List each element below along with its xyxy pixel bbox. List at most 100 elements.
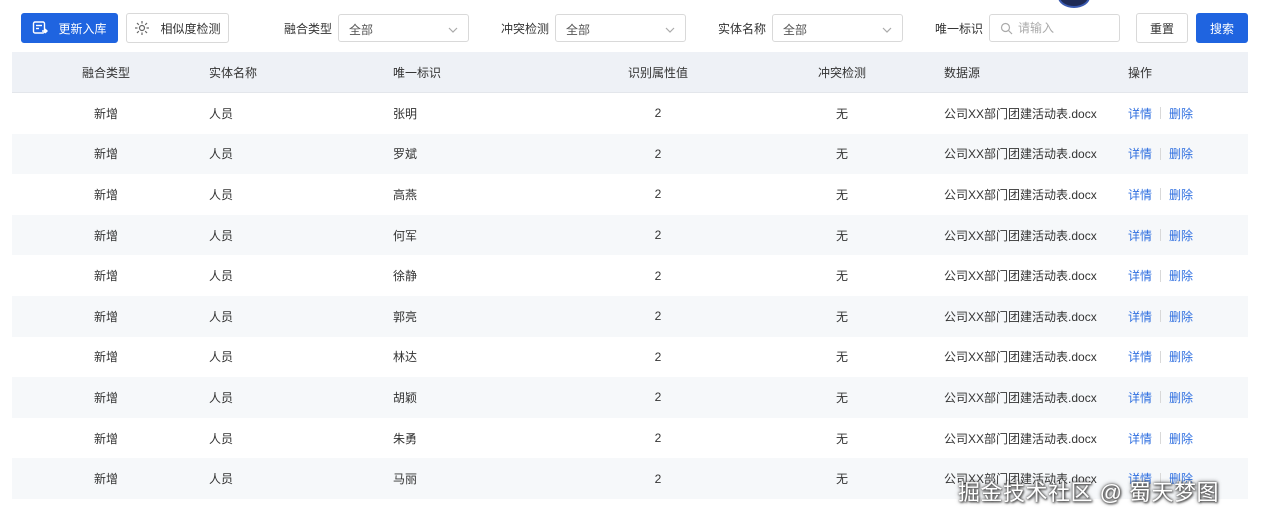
conflict-check-value: 全部: [566, 23, 591, 37]
cell-conflict: 无: [835, 147, 848, 162]
delete-link[interactable]: 删除: [1169, 308, 1193, 325]
cell-conflict: 无: [835, 309, 848, 324]
cell-data-source: 公司XX部门团建活动表.docx: [944, 147, 1097, 162]
similarity-check-button[interactable]: 相似度检测: [126, 13, 229, 43]
column-header: 识别属性值: [627, 65, 688, 80]
update-import-button[interactable]: 更新入库: [21, 13, 118, 43]
entity-name-value: 全部: [783, 23, 808, 37]
detail-link[interactable]: 详情: [1128, 227, 1152, 244]
update-import-label: 更新入库: [58, 21, 107, 36]
detail-link[interactable]: 详情: [1128, 430, 1152, 447]
delete-link[interactable]: 删除: [1169, 227, 1193, 244]
action-divider: [1160, 147, 1162, 160]
table-row: 新增 人员 胡颖 2 无 公司XX部门团建活动表.docx 详情 删除: [12, 377, 1248, 418]
cell-entity-name: 人员: [209, 350, 234, 365]
fusion-type-select[interactable]: 全部: [338, 14, 469, 42]
avatar[interactable]: [1058, 0, 1090, 8]
detail-link[interactable]: 详情: [1128, 389, 1152, 406]
cell-attr-value: 2: [654, 390, 662, 405]
cell-conflict: 无: [835, 431, 848, 446]
cell-unique-id: 徐静: [393, 269, 418, 284]
cell-fusion-type: 新增: [93, 390, 118, 405]
detail-link[interactable]: 详情: [1128, 145, 1152, 162]
delete-link[interactable]: 删除: [1169, 105, 1193, 122]
cell-actions: 详情 删除: [1128, 215, 1193, 256]
search-label: 搜索: [1209, 21, 1234, 36]
table-row: 新增 人员 朱勇 2 无 公司XX部门团建活动表.docx 详情 删除: [12, 418, 1248, 459]
cell-actions: 详情 删除: [1128, 93, 1193, 134]
cell-data-source: 公司XX部门团建活动表.docx: [944, 187, 1097, 202]
cell-actions: 详情 删除: [1128, 337, 1193, 378]
conflict-check-label: 冲突检测: [501, 22, 550, 36]
column-header: 冲突检测: [817, 65, 866, 80]
chevron-down-icon: [882, 24, 892, 34]
detail-link[interactable]: 详情: [1128, 105, 1152, 122]
detail-link[interactable]: 详情: [1128, 348, 1152, 365]
cell-entity-name: 人员: [209, 472, 234, 487]
unique-id-input[interactable]: [1018, 20, 1113, 36]
cell-fusion-type: 新增: [93, 228, 118, 243]
reset-button[interactable]: 重置: [1136, 13, 1188, 43]
table-row: 新增 人员 高燕 2 无 公司XX部门团建活动表.docx 详情 删除: [12, 174, 1248, 215]
cell-attr-value: 2: [654, 309, 662, 324]
cell-actions: 详情 删除: [1128, 296, 1193, 337]
cell-fusion-type: 新增: [93, 472, 118, 487]
cell-data-source: 公司XX部门团建活动表.docx: [944, 350, 1097, 365]
column-header: 数据源: [944, 65, 981, 80]
action-divider: [1160, 107, 1162, 120]
chevron-down-icon: [448, 24, 458, 34]
search-button[interactable]: 搜索: [1196, 13, 1248, 43]
cell-attr-value: 2: [654, 471, 662, 486]
cell-fusion-type: 新增: [93, 431, 118, 446]
cell-entity-name: 人员: [209, 309, 234, 324]
cell-unique-id: 罗斌: [393, 147, 418, 162]
cell-unique-id: 高燕: [393, 187, 418, 202]
cell-unique-id: 何军: [393, 228, 418, 243]
detail-link[interactable]: 详情: [1128, 308, 1152, 325]
cell-conflict: 无: [835, 390, 848, 405]
search-icon: [1000, 22, 1013, 35]
chevron-down-icon: [665, 24, 675, 34]
table-row: 新增 人员 郭亮 2 无 公司XX部门团建活动表.docx 详情 删除: [12, 295, 1248, 337]
cell-actions: 详情 删除: [1128, 377, 1193, 418]
table-row: 新增 人员 罗斌 2 无 公司XX部门团建活动表.docx 详情 删除: [12, 133, 1248, 175]
table-header: 融合类型 实体名称 唯一标识 识别属性值 冲突检测 数据源 操作: [12, 52, 1248, 93]
column-header: 操作: [1128, 65, 1153, 80]
delete-link[interactable]: 删除: [1169, 145, 1193, 162]
unique-id-field[interactable]: [989, 14, 1120, 42]
cell-conflict: 无: [835, 187, 848, 202]
similarity-icon: [134, 20, 150, 36]
cell-entity-name: 人员: [209, 187, 234, 202]
column-header: 唯一标识: [393, 65, 442, 80]
cell-unique-id: 朱勇: [393, 431, 418, 446]
cell-attr-value: 2: [654, 268, 662, 283]
table-row: 新增 人员 何军 2 无 公司XX部门团建活动表.docx 详情 删除: [12, 214, 1248, 256]
entity-name-select[interactable]: 全部: [772, 14, 903, 42]
conflict-check-select[interactable]: 全部: [555, 14, 686, 42]
delete-link[interactable]: 删除: [1169, 348, 1193, 365]
cell-attr-value: 2: [654, 106, 662, 121]
toolbar: 更新入库 相似度检测 融合类型 全部 冲突检测 全部 实体名称 全部 唯一标识 …: [0, 0, 1261, 52]
fusion-type-value: 全部: [349, 23, 374, 37]
delete-link[interactable]: 删除: [1169, 430, 1193, 447]
detail-link[interactable]: 详情: [1128, 186, 1152, 203]
cell-data-source: 公司XX部门团建活动表.docx: [944, 269, 1097, 284]
cell-fusion-type: 新增: [93, 309, 118, 324]
cell-fusion-type: 新增: [93, 187, 118, 202]
cell-attr-value: 2: [654, 187, 662, 202]
cell-data-source: 公司XX部门团建活动表.docx: [944, 431, 1097, 446]
action-divider: [1160, 229, 1162, 242]
similarity-check-label: 相似度检测: [160, 21, 221, 36]
cell-fusion-type: 新增: [93, 269, 118, 284]
delete-link[interactable]: 删除: [1169, 186, 1193, 203]
delete-link[interactable]: 删除: [1169, 267, 1193, 284]
cell-data-source: 公司XX部门团建活动表.docx: [944, 390, 1097, 405]
detail-link[interactable]: 详情: [1128, 267, 1152, 284]
delete-link[interactable]: 删除: [1169, 389, 1193, 406]
cell-actions: 详情 删除: [1128, 134, 1193, 175]
entity-name-label: 实体名称: [718, 22, 767, 36]
table-row: 新增 人员 张明 2 无 公司XX部门团建活动表.docx 详情 删除: [12, 93, 1248, 134]
action-divider: [1160, 188, 1162, 201]
cell-unique-id: 马丽: [393, 472, 418, 487]
cell-entity-name: 人员: [209, 269, 234, 284]
